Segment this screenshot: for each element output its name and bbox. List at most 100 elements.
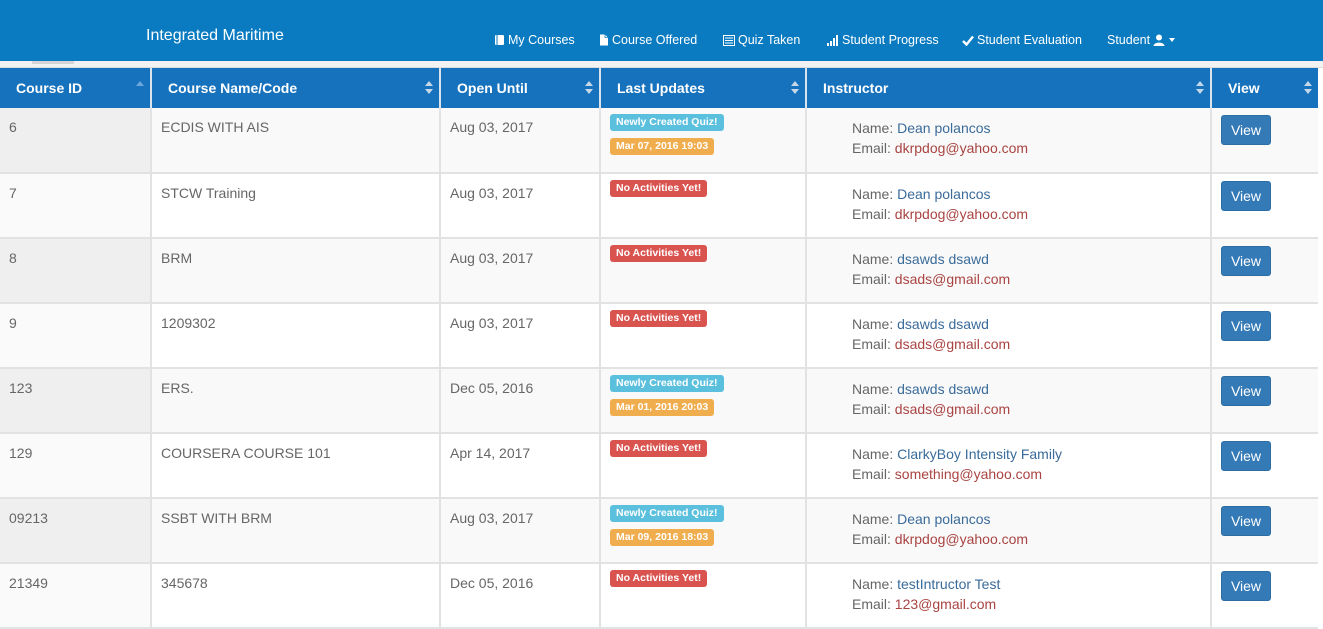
brand-title[interactable]: Integrated Maritime	[146, 27, 284, 45]
sort-icon	[585, 81, 593, 95]
instructor-email[interactable]: 123@gmail.com	[895, 596, 996, 612]
sort-asc-icon	[136, 81, 144, 95]
nav-course-offered-label: Course Offered	[612, 33, 698, 47]
cell-course-name: 345678	[151, 563, 441, 629]
view-button[interactable]: View	[1221, 246, 1271, 276]
header-open-until[interactable]: Open Until	[440, 68, 601, 108]
header-course-name[interactable]: Course Name/Code	[151, 68, 441, 108]
instructor-name-line: Name: Dean polancos	[852, 118, 1210, 138]
table-header-row: Course ID Course Name/Code Open Until La…	[0, 68, 1318, 108]
update-badge: No Activities Yet!	[610, 570, 708, 587]
nav-student-progress[interactable]: Student Progress	[827, 33, 939, 47]
view-button[interactable]: View	[1221, 441, 1271, 471]
cell-open-until: Dec 05, 2016	[440, 368, 601, 434]
email-label: Email:	[852, 401, 891, 417]
table-row: 123 ERS. Dec 05, 2016 Newly Created Quiz! Ma…	[0, 368, 1318, 434]
top-navbar: Integrated Maritime My Courses Course Of…	[0, 0, 1323, 61]
cell-last-updates: No Activities Yet!	[600, 433, 807, 499]
scroll-indicator	[32, 61, 74, 64]
nav-student-evaluation[interactable]: Student Evaluation	[962, 33, 1082, 47]
cell-view: View	[1211, 433, 1318, 499]
cell-view: View	[1211, 498, 1318, 564]
instructor-email[interactable]: something@yahoo.com	[895, 466, 1042, 482]
view-button[interactable]: View	[1221, 115, 1271, 145]
update-badge: Mar 09, 2016 18:03	[610, 529, 715, 546]
instructor-email[interactable]: dkrpdog@yahoo.com	[895, 206, 1028, 222]
cell-open-until: Aug 03, 2017	[440, 498, 601, 564]
cell-instructor: Name: dsawds dsawd Email: dsads@gmail.com	[806, 303, 1212, 369]
table-row: 09213 SSBT WITH BRM Aug 03, 2017 Newly Crea…	[0, 498, 1318, 564]
view-button[interactable]: View	[1221, 376, 1271, 406]
instructor-email-line: Email: 123@gmail.com	[852, 594, 1210, 614]
cell-open-until: Aug 03, 2017	[440, 238, 601, 304]
update-badge: Newly Created Quiz!	[610, 505, 724, 522]
update-badge: Newly Created Quiz!	[610, 114, 724, 131]
email-label: Email:	[852, 140, 891, 156]
cell-last-updates: Newly Created Quiz! Mar 09, 2016 18:03	[600, 498, 807, 564]
view-button[interactable]: View	[1221, 311, 1271, 341]
cell-view: View	[1211, 368, 1318, 434]
cell-open-until: Aug 03, 2017	[440, 173, 601, 239]
table-row: 6 ECDIS WITH AIS Aug 03, 2017 Newly Created…	[0, 108, 1318, 174]
instructor-name: dsawds dsawd	[897, 381, 989, 397]
header-course-name-label: Course Name/Code	[168, 80, 298, 96]
instructor-name: Dean polancos	[897, 186, 991, 202]
instructor-email[interactable]: dsads@gmail.com	[895, 336, 1010, 352]
header-course-id-label: Course ID	[16, 80, 83, 96]
book-icon	[494, 34, 505, 46]
table-row: 8 BRM Aug 03, 2017 No Activities Yet! Name: …	[0, 238, 1318, 304]
cell-open-until: Aug 03, 2017	[440, 303, 601, 369]
cell-view: View	[1211, 563, 1318, 629]
cell-course-id: 7	[0, 173, 152, 239]
table-row: 7 STCW Training Aug 03, 2017 No Activities …	[0, 173, 1318, 239]
header-instructor[interactable]: Instructor	[806, 68, 1212, 108]
cell-instructor: Name: dsawds dsawd Email: dsads@gmail.com	[806, 368, 1212, 434]
cell-course-name: ECDIS WITH AIS	[151, 108, 441, 174]
instructor-name: dsawds dsawd	[897, 251, 989, 267]
email-label: Email:	[852, 336, 891, 352]
cell-course-id: 123	[0, 368, 152, 434]
nav-quiz-taken[interactable]: Quiz Taken	[723, 33, 800, 47]
header-course-id[interactable]: Course ID	[0, 68, 152, 108]
nav-student-dropdown[interactable]: Student	[1107, 33, 1176, 47]
view-button[interactable]: View	[1221, 506, 1271, 536]
view-button[interactable]: View	[1221, 181, 1271, 211]
list-alt-icon	[723, 34, 735, 46]
table-row: 9 1209302 Aug 03, 2017 No Activities Yet! Na…	[0, 303, 1318, 369]
instructor-name: dsawds dsawd	[897, 316, 989, 332]
nav-my-courses[interactable]: My Courses	[494, 33, 575, 47]
nav-student-progress-label: Student Progress	[842, 33, 939, 47]
cell-course-id: 6	[0, 108, 152, 174]
cell-instructor: Name: Dean polancos Email: dkrpdog@yahoo.…	[806, 108, 1212, 174]
cell-course-name: ERS.	[151, 368, 441, 434]
table-row: 129 COURSERA COURSE 101 Apr 14, 2017 No Act…	[0, 433, 1318, 499]
instructor-email[interactable]: dkrpdog@yahoo.com	[895, 531, 1028, 547]
cell-last-updates: No Activities Yet!	[600, 563, 807, 629]
instructor-email-line: Email: dsads@gmail.com	[852, 334, 1210, 354]
instructor-email[interactable]: dkrpdog@yahoo.com	[895, 140, 1028, 156]
cell-instructor: Name: Dean polancos Email: dkrpdog@yahoo.…	[806, 173, 1212, 239]
view-button[interactable]: View	[1221, 571, 1271, 601]
email-label: Email:	[852, 596, 891, 612]
cell-view: View	[1211, 173, 1318, 239]
header-view[interactable]: View	[1211, 68, 1318, 108]
instructor-name-line: Name: Dean polancos	[852, 184, 1210, 204]
nav-course-offered[interactable]: Course Offered	[599, 33, 697, 47]
cell-course-name: BRM	[151, 238, 441, 304]
header-last-updates[interactable]: Last Updates	[600, 68, 807, 108]
user-icon	[1153, 34, 1165, 46]
header-view-label: View	[1228, 80, 1260, 96]
email-label: Email:	[852, 206, 891, 222]
instructor-email-line: Email: dsads@gmail.com	[852, 269, 1210, 289]
instructor-name-line: Name: dsawds dsawd	[852, 249, 1210, 269]
instructor-email-line: Email: dkrpdog@yahoo.com	[852, 204, 1210, 224]
cell-last-updates: No Activities Yet!	[600, 173, 807, 239]
cell-open-until: Dec 05, 2016	[440, 563, 601, 629]
instructor-email[interactable]: dsads@gmail.com	[895, 271, 1010, 287]
instructor-email[interactable]: dsads@gmail.com	[895, 401, 1010, 417]
name-label: Name:	[852, 381, 894, 397]
cell-instructor: Name: testIntructor Test Email: 123@gmail…	[806, 563, 1212, 629]
cell-course-id: 9	[0, 303, 152, 369]
chevron-down-icon	[1169, 38, 1176, 42]
courses-table: Course ID Course Name/Code Open Until La…	[0, 68, 1318, 629]
